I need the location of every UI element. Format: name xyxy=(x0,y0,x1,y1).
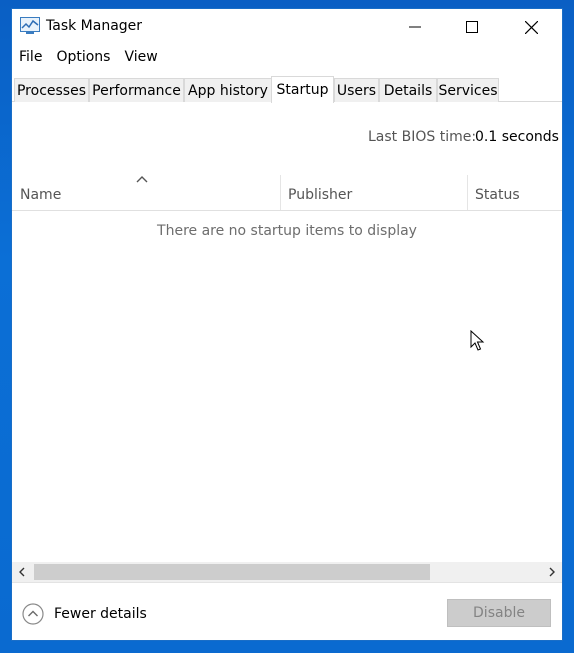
column-divider[interactable] xyxy=(280,175,281,211)
maximize-icon xyxy=(466,21,478,33)
sort-ascending-icon xyxy=(136,176,148,183)
minimize-icon xyxy=(409,26,421,28)
collapse-circle-icon xyxy=(22,603,44,625)
column-header-publisher[interactable]: Publisher xyxy=(288,187,352,203)
bios-time-value: 0.1 seconds xyxy=(475,129,559,145)
minimize-button[interactable] xyxy=(392,9,438,45)
header-divider xyxy=(12,210,562,211)
tab-startup[interactable]: Startup xyxy=(271,76,334,103)
tab-app-history[interactable]: App history xyxy=(184,78,272,102)
tab-services[interactable]: Services xyxy=(437,78,499,102)
fewer-details-label[interactable]: Fewer details xyxy=(54,606,147,622)
tab-details[interactable]: Details xyxy=(379,78,437,102)
empty-list-message: There are no startup items to display xyxy=(12,223,562,239)
scroll-left-button[interactable] xyxy=(12,562,32,582)
chevron-left-icon xyxy=(19,567,25,577)
empty-list-text: There are no startup items to display xyxy=(157,223,417,239)
fewer-details-toggle[interactable]: Fewer details xyxy=(22,600,147,628)
task-manager-app-icon xyxy=(20,17,40,34)
menu-view[interactable]: View xyxy=(117,47,164,71)
tab-users[interactable]: Users xyxy=(334,78,379,102)
window-title: Task Manager xyxy=(46,18,143,34)
tab-processes[interactable]: Processes xyxy=(14,78,89,102)
task-manager-window: Task Manager File Options View Processes… xyxy=(11,8,563,641)
column-divider[interactable] xyxy=(467,175,468,211)
column-header-name[interactable]: Name xyxy=(20,187,61,203)
maximize-button[interactable] xyxy=(449,9,495,45)
footer-divider xyxy=(12,582,562,583)
title-bar[interactable]: Task Manager xyxy=(12,9,562,45)
scroll-thumb[interactable] xyxy=(34,564,430,580)
column-header-status[interactable]: Status xyxy=(475,187,520,203)
menu-bar: File Options View xyxy=(12,47,165,71)
tab-strip: Processes Performance App history Startu… xyxy=(12,76,562,103)
horizontal-scrollbar[interactable] xyxy=(12,562,562,582)
menu-options[interactable]: Options xyxy=(49,47,117,71)
tab-performance[interactable]: Performance xyxy=(89,78,184,102)
close-button[interactable] xyxy=(508,9,554,45)
disable-button[interactable]: Disable xyxy=(447,599,551,627)
close-icon xyxy=(524,20,538,34)
bios-time-label: Last BIOS time: xyxy=(368,129,477,145)
scroll-right-button[interactable] xyxy=(542,562,562,582)
chevron-right-icon xyxy=(549,567,555,577)
menu-file[interactable]: File xyxy=(12,47,49,71)
mouse-cursor-icon xyxy=(470,330,485,351)
